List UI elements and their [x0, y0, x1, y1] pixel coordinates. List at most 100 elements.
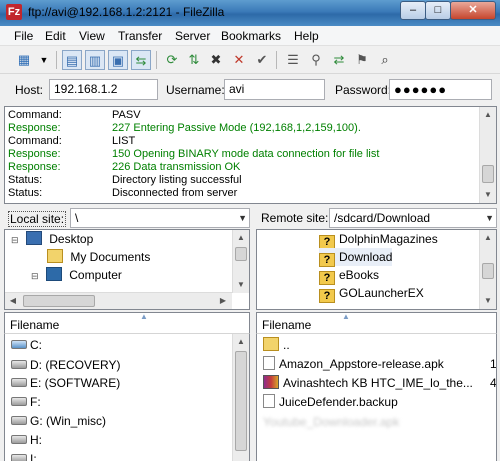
menu-view[interactable]: View: [79, 29, 105, 43]
local-tree[interactable]: ⊟ Desktop My Documents ⊟ Computer ▲ ▼ ◀ …: [4, 229, 250, 310]
collapse-icon[interactable]: ⊟: [11, 235, 19, 245]
tree-item-ebooks[interactable]: ? eBooks: [319, 266, 380, 285]
refresh-icon[interactable]: ⟳: [162, 50, 182, 70]
chevron-down-icon[interactable]: ▼: [485, 209, 494, 227]
remote-path-input[interactable]: /sdcard/Download ▼: [329, 208, 497, 228]
site-manager-icon[interactable]: ▦: [14, 50, 34, 70]
menu-bookmarks[interactable]: Bookmarks: [221, 29, 281, 43]
file-name: Youtube_Downloader.apk: [263, 415, 400, 429]
remote-site-bar: Remote site: /sdcard/Download ▼: [256, 207, 497, 229]
list-item-drive[interactable]: G: (Win_misc): [11, 412, 106, 430]
reconnect-icon[interactable]: ✔: [252, 50, 272, 70]
message-log[interactable]: Command: PASV Response: 227 Entering Passi…: [4, 106, 497, 204]
close-button[interactable]: ✕: [450, 1, 496, 20]
title-bar: Fz ftp://avi@192.168.1.2:2121 - FileZill…: [0, 0, 500, 26]
local-file-list[interactable]: C: D: (RECOVERY) E: (SOFTWARE) F: G: (Wi…: [4, 334, 250, 461]
search-icon[interactable]: ⌕: [375, 50, 395, 70]
scroll-up-icon[interactable]: ▲: [233, 334, 249, 350]
tree-label: Download: [339, 250, 393, 264]
list-item-drive[interactable]: D: (RECOVERY): [11, 356, 120, 374]
username-label: Username:: [166, 83, 225, 97]
local-filename-column-header[interactable]: ▲ Filename: [4, 312, 250, 334]
local-list-vscroll[interactable]: ▲: [232, 334, 249, 461]
site-manager-dropdown-icon[interactable]: ▼: [34, 50, 54, 70]
file-name: H:: [30, 433, 42, 447]
scroll-thumb[interactable]: [235, 247, 247, 261]
list-item-drive[interactable]: H:: [11, 431, 42, 449]
remote-tree[interactable]: ? DolphinMagazines ? Download ? eBooks ? GOL…: [256, 229, 497, 310]
desktop-icon: [25, 231, 42, 245]
remote-filename-column-header[interactable]: ▲ Filename: [256, 312, 497, 334]
list-item-drive[interactable]: I:: [11, 450, 37, 461]
cancel-icon[interactable]: ✖: [206, 50, 226, 70]
list-item-drive[interactable]: C:: [11, 336, 42, 354]
file-name: Avinashtech KB HTC_IME_lo_the...: [283, 376, 473, 390]
remote-file-list[interactable]: .. Amazon_Appstore-release.apk 1, Avinas…: [256, 334, 497, 461]
menu-server[interactable]: Server: [175, 29, 210, 43]
menu-file[interactable]: File: [14, 29, 33, 43]
scroll-down-icon[interactable]: ▼: [233, 277, 249, 293]
list-item-drive[interactable]: E: (SOFTWARE): [11, 374, 120, 392]
scroll-thumb[interactable]: [23, 295, 95, 307]
list-item-file[interactable]: JuiceDefender.backup: [263, 393, 398, 411]
tree-item-computer[interactable]: ⊟ Computer: [31, 266, 122, 284]
toggle-log-icon[interactable]: ▤: [62, 50, 82, 70]
log-scrollbar[interactable]: ▲ ▼: [479, 107, 496, 203]
sync-browse-icon[interactable]: ⚑: [352, 50, 372, 70]
scroll-up-icon[interactable]: ▲: [480, 230, 496, 246]
scroll-up-icon[interactable]: ▲: [480, 107, 496, 123]
list-item-file[interactable]: Youtube_Downloader.apk: [263, 413, 399, 431]
drive-icon: [11, 378, 27, 387]
local-site-label: Local site:: [8, 211, 67, 227]
chevron-down-icon[interactable]: ▼: [238, 209, 247, 227]
tree-item-golauncherex[interactable]: ? GOLauncherEX: [319, 284, 424, 303]
password-label: Password:: [335, 83, 392, 97]
sort-ascending-icon: ▲: [140, 312, 148, 321]
menu-bar: File Edit View Transfer Server Bookmarks…: [0, 26, 500, 46]
minimize-button[interactable]: –: [400, 1, 426, 20]
tree-item-desktop[interactable]: ⊟ Desktop: [11, 230, 93, 248]
menu-transfer[interactable]: Transfer: [118, 29, 162, 43]
file-name: Amazon_Appstore-release.apk: [279, 357, 444, 371]
scroll-up-icon[interactable]: ▲: [233, 230, 249, 246]
username-input[interactable]: avi: [224, 79, 325, 100]
disconnect-icon[interactable]: ✕: [229, 50, 249, 70]
compare-icon[interactable]: ⇄: [329, 50, 349, 70]
scroll-down-icon[interactable]: ▼: [480, 293, 496, 309]
list-item-file[interactable]: Amazon_Appstore-release.apk 1,: [263, 355, 496, 373]
toggle-tree-icon[interactable]: ▥: [85, 50, 105, 70]
list-item-parent-directory[interactable]: ..: [263, 336, 290, 354]
file-name: E: (SOFTWARE): [30, 376, 121, 390]
tree-item-my-documents[interactable]: My Documents: [47, 248, 150, 266]
process-queue-icon[interactable]: ⇅: [184, 50, 204, 70]
remote-tree-vscroll[interactable]: ▲ ▼: [479, 230, 496, 309]
menu-help[interactable]: Help: [294, 29, 319, 43]
tree-item-download[interactable]: ? Download: [319, 248, 393, 267]
scroll-thumb[interactable]: [482, 263, 494, 279]
local-tree-hscroll[interactable]: ◀ ▶: [5, 292, 232, 309]
host-input[interactable]: 192.168.1.2: [49, 79, 158, 100]
scroll-thumb[interactable]: [235, 351, 247, 451]
scroll-down-icon[interactable]: ▼: [480, 187, 496, 203]
list-item-drive[interactable]: F:: [11, 393, 41, 411]
menu-edit[interactable]: Edit: [45, 29, 66, 43]
scroll-left-icon[interactable]: ◀: [5, 293, 21, 309]
filter-icon[interactable]: ⚲: [306, 50, 326, 70]
scroll-thumb[interactable]: [482, 165, 494, 183]
scroll-right-icon[interactable]: ▶: [215, 293, 231, 309]
file-name: F:: [30, 395, 41, 409]
toggle-queue-icon[interactable]: ⇆: [131, 50, 151, 70]
drive-icon: [11, 360, 27, 369]
quickconnect-bar: Host: 192.168.1.2 Username: avi Password…: [0, 74, 500, 104]
tree-item-dolphinmagazines[interactable]: ? DolphinMagazines: [319, 230, 438, 249]
collapse-icon[interactable]: ⊟: [31, 271, 39, 281]
toggle-remote-tree-icon[interactable]: ▣: [108, 50, 128, 70]
toolbar-separator: [156, 51, 157, 69]
list-item-file[interactable]: Avinashtech KB HTC_IME_lo_the... 4,: [263, 374, 496, 392]
maximize-button[interactable]: □: [425, 1, 451, 20]
tree-label: eBooks: [339, 268, 380, 282]
local-path-input[interactable]: \ ▼: [70, 208, 250, 228]
local-tree-vscroll[interactable]: ▲ ▼: [232, 230, 249, 293]
password-input[interactable]: ●●●●●●: [389, 79, 492, 100]
directory-listing-icon[interactable]: ☰: [283, 50, 303, 70]
